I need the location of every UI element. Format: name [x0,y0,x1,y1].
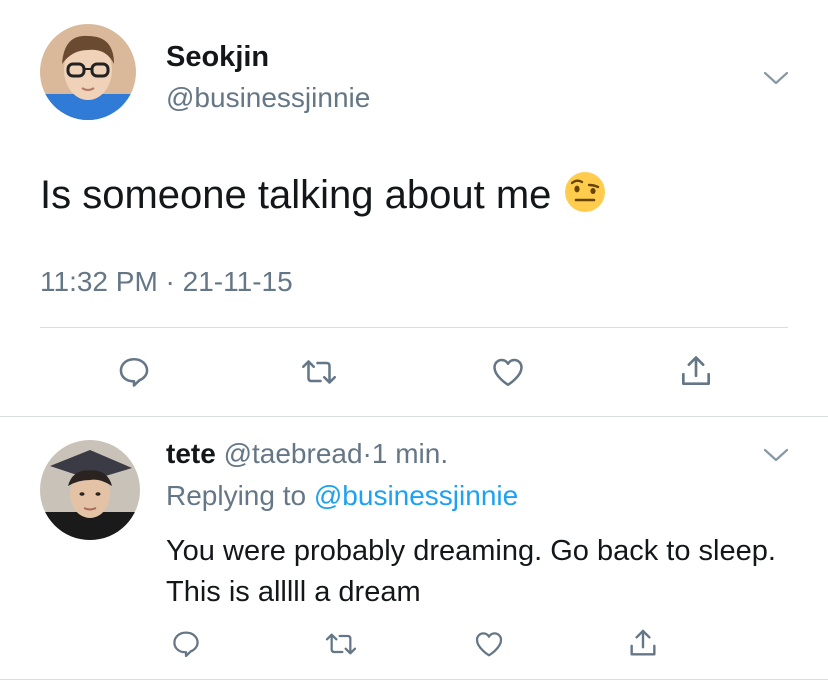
replying-to: Replying to @businessjinnie [166,480,518,512]
author-handle[interactable]: @businessjinnie [166,82,370,114]
divider [40,327,788,328]
author-handle[interactable]: @taebread [224,438,363,469]
replying-to-link[interactable]: @businessjinnie [314,480,518,511]
share-icon[interactable] [625,624,661,662]
divider [0,416,828,417]
reply-text: You were probably dreaming. Go back to s… [166,535,776,608]
chevron-down-icon[interactable] [762,68,790,88]
retweet-icon[interactable] [322,626,360,662]
reply-header: tete @taebread·1 min. [166,438,448,470]
timestamp[interactable]: 11:32 PM · 21-11-15 [40,266,293,298]
author-name[interactable]: Seokjin [166,41,269,74]
retweet-icon[interactable] [298,352,340,392]
like-icon[interactable] [471,626,507,662]
separator-dot: · [362,438,372,469]
tweet-text-content: Is someone talking about me [40,173,552,217]
share-icon[interactable] [676,350,716,392]
relative-time[interactable]: 1 min. [372,438,448,469]
reply-icon[interactable] [114,352,154,392]
like-icon[interactable] [488,352,528,392]
avatar[interactable] [40,440,140,540]
replying-to-label: Replying to [166,480,307,511]
chevron-down-icon[interactable] [762,445,790,465]
avatar-image [40,440,140,540]
tweet-text: Is someone talking about me [40,170,607,218]
main-tweet[interactable]: Seokjin @businessjinnie Is someone talki… [0,0,828,418]
avatar-image [40,24,136,120]
reply-icon[interactable] [168,626,204,662]
author-name[interactable]: tete [166,438,216,469]
raised-eyebrow-emoji-icon [563,170,607,214]
divider [0,679,828,680]
avatar[interactable] [40,24,136,120]
